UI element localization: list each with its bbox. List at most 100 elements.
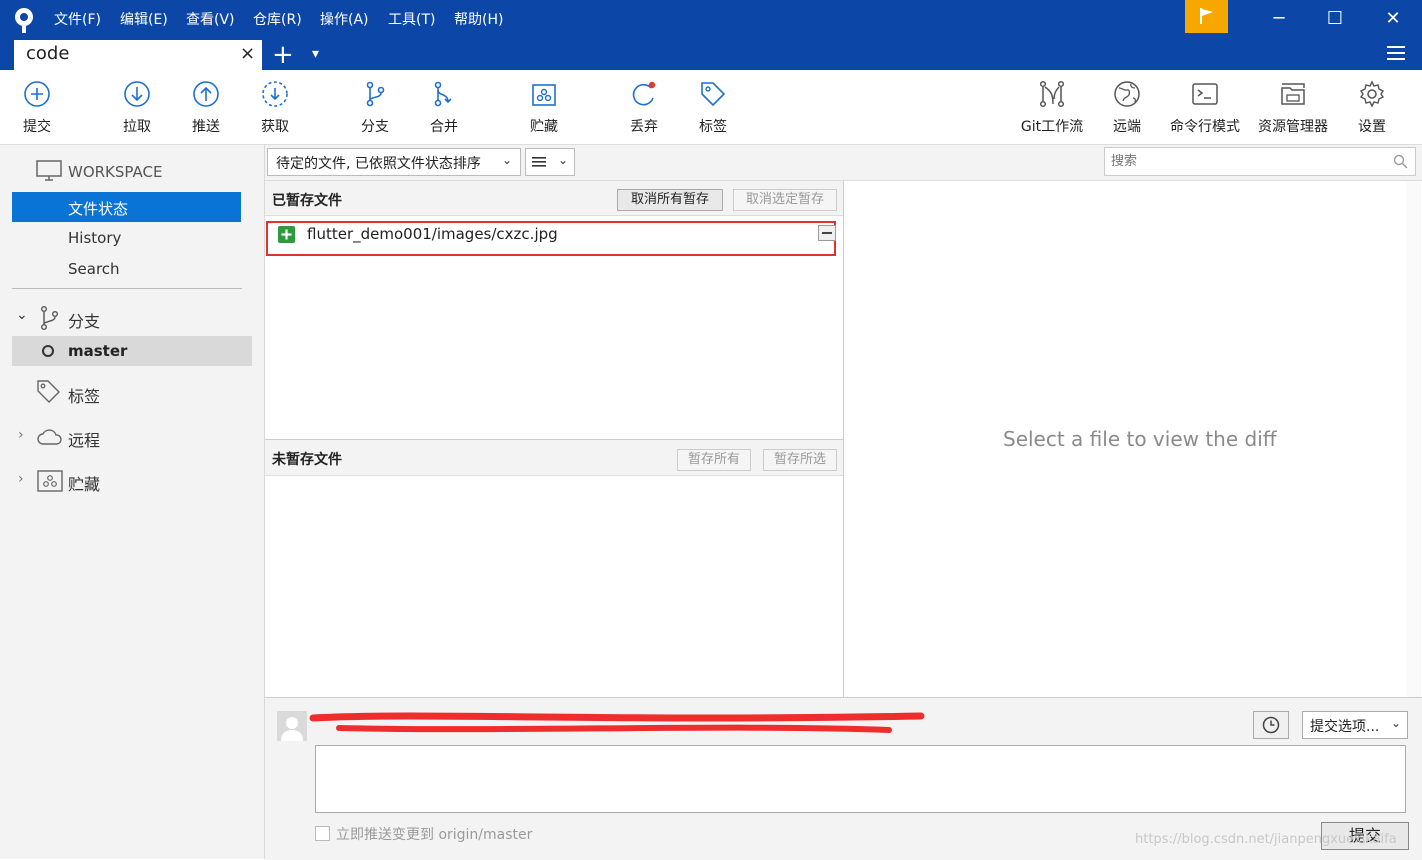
current-branch-icon — [42, 345, 54, 357]
sort-dropdown-label: 待定的文件, 已依照文件状态排序 — [276, 156, 481, 172]
stashes-expand-icon[interactable]: › — [18, 471, 24, 487]
table-row[interactable]: flutter_demo001/images/cxzc.jpg — [266, 221, 836, 256]
new-tab-button[interactable]: + — [272, 40, 294, 70]
sidebar-branch-master[interactable]: master — [12, 336, 252, 366]
menu-repository[interactable]: 仓库(R) — [253, 10, 302, 30]
branch-name: master — [68, 342, 128, 360]
unstaged-header: 未暂存文件 暂存所有 暂存所选 — [265, 440, 843, 476]
cloud-icon — [37, 429, 62, 445]
arrow-up-circle-icon — [193, 81, 219, 107]
commit-history-button[interactable] — [1253, 711, 1289, 739]
close-window-button[interactable]: ✕ — [1370, 0, 1416, 38]
tab-code[interactable]: code × — [14, 40, 262, 70]
stage-all-button[interactable]: 暂存所有 — [677, 449, 751, 471]
view-mode-dropdown[interactable]: ⌄ — [525, 148, 575, 176]
sidebar-item-file-status[interactable]: 文件状态 — [12, 192, 241, 222]
git-flow-button-label: Git工作流 — [1020, 119, 1084, 135]
push-immediately-checkbox[interactable] — [315, 826, 330, 841]
chevron-down-icon: ⌄ — [502, 153, 513, 167]
commit-message-input[interactable] — [315, 745, 1406, 813]
remotes-expand-icon[interactable]: › — [18, 427, 24, 443]
search-input[interactable] — [1109, 151, 1383, 171]
minimize-button[interactable]: ─ — [1256, 0, 1302, 38]
stash-button[interactable]: 贮藏 — [509, 70, 579, 142]
unstage-all-button[interactable]: 取消所有暂存 — [617, 189, 723, 211]
plus-circle-icon — [24, 81, 50, 107]
fetch-button[interactable]: 获取 — [240, 70, 310, 142]
fetch-button-label: 获取 — [261, 119, 289, 135]
folder-icon — [1281, 83, 1305, 105]
terminal-icon — [1192, 83, 1218, 105]
remote-button[interactable]: 远端 — [1092, 70, 1162, 142]
discard-button[interactable]: 丢弃 — [609, 70, 679, 142]
search-icon — [1393, 154, 1408, 169]
menu-edit[interactable]: 编辑(E) — [120, 10, 168, 30]
workspace-heading: WORKSPACE — [68, 163, 163, 181]
search-box[interactable] — [1104, 147, 1416, 176]
merge-button[interactable]: 合并 — [409, 70, 479, 142]
menu-file[interactable]: 文件(F) — [54, 10, 101, 30]
tab-close-icon[interactable]: × — [240, 43, 255, 64]
branches-expand-icon[interactable]: ⌄ — [16, 307, 28, 323]
fetch-dashed-circle-icon — [262, 81, 288, 107]
discard-button-label: 丢弃 — [630, 119, 658, 135]
maximize-button[interactable]: ☐ — [1312, 0, 1358, 38]
sourcetree-logo-icon — [15, 8, 33, 33]
diff-scrollbar[interactable] — [1407, 181, 1421, 697]
commit-button[interactable]: 提交 — [2, 70, 72, 142]
push-button[interactable]: 推送 — [171, 70, 241, 142]
stash-icon — [37, 470, 63, 492]
explorer-button-label: 资源管理器 — [1258, 119, 1328, 135]
tag-button-label: 标签 — [699, 119, 727, 135]
tab-dropdown-icon[interactable]: ▾ — [312, 46, 319, 62]
minus-icon — [822, 232, 832, 234]
git-flow-button[interactable]: Git工作流 — [1014, 70, 1090, 142]
hamburger-menu-icon[interactable] — [1386, 45, 1406, 61]
sidebar-item-label: 文件状态 — [68, 200, 129, 218]
staged-header: 已暂存文件 取消所有暂存 取消选定暂存 — [265, 181, 843, 216]
avatar — [277, 711, 307, 741]
discard-icon — [632, 81, 656, 106]
sidebar-branches[interactable]: 分支 — [68, 308, 100, 332]
remote-button-label: 远端 — [1113, 119, 1141, 135]
menu-tools[interactable]: 工具(T) — [388, 10, 435, 30]
unstage-selected-button[interactable]: 取消选定暂存 — [733, 189, 837, 211]
sort-dropdown[interactable]: 待定的文件, 已依照文件状态排序 ⌄ — [267, 148, 521, 176]
chevron-down-icon: ⌄ — [558, 153, 569, 167]
title-bar: 文件(F) 编辑(E) 查看(V) 仓库(R) 操作(A) 工具(T) 帮助(H… — [0, 0, 1422, 70]
sidebar-stashes[interactable]: 贮藏 — [68, 471, 100, 495]
commit-area: 提交选项... ⌄ 立即推送变更到 origin/master 提交 https… — [265, 697, 1422, 860]
filter-bar: 待定的文件, 已依照文件状态排序 ⌄ ⌄ — [265, 145, 1422, 181]
branch-icon — [366, 81, 385, 107]
commit-options-dropdown[interactable]: 提交选项... ⌄ — [1302, 711, 1408, 739]
diff-panel: Select a file to view the diff — [844, 181, 1422, 697]
branch-button[interactable]: 分支 — [340, 70, 410, 142]
menu-view[interactable]: 查看(V) — [186, 10, 235, 30]
sidebar-item-search[interactable]: Search — [68, 260, 120, 278]
unstage-file-button[interactable] — [818, 225, 836, 241]
flag-button[interactable] — [1185, 0, 1228, 33]
menu-help[interactable]: 帮助(H) — [454, 10, 503, 30]
sidebar-divider — [12, 288, 242, 289]
explorer-button[interactable]: 资源管理器 — [1252, 70, 1334, 142]
unstaged-panel: 未暂存文件 暂存所有 暂存所选 — [265, 439, 844, 698]
pull-button[interactable]: 拉取 — [102, 70, 172, 142]
user-icon — [281, 717, 303, 741]
terminal-button[interactable]: 命令行模式 — [1164, 70, 1246, 142]
pull-button-label: 拉取 — [123, 119, 151, 135]
unstaged-title: 未暂存文件 — [272, 452, 342, 468]
tag-icon — [701, 82, 726, 107]
tab-title: code — [26, 43, 70, 64]
chevron-down-icon: ⌄ — [1391, 716, 1402, 730]
sidebar-tags[interactable]: 标签 — [68, 383, 100, 407]
menu-actions[interactable]: 操作(A) — [320, 10, 369, 30]
sidebar-remotes[interactable]: 远程 — [68, 427, 100, 451]
stage-selected-button[interactable]: 暂存所选 — [763, 449, 837, 471]
git-flow-icon — [1039, 80, 1065, 108]
staged-panel: 已暂存文件 取消所有暂存 取消选定暂存 flutter_demo001/imag… — [265, 181, 844, 439]
settings-button[interactable]: 设置 — [1337, 70, 1407, 142]
sidebar-item-history[interactable]: History — [68, 229, 121, 247]
tag-button[interactable]: 标签 — [678, 70, 748, 142]
diff-placeholder: Select a file to view the diff — [1003, 427, 1277, 451]
commit-options-label: 提交选项... — [1310, 719, 1380, 735]
